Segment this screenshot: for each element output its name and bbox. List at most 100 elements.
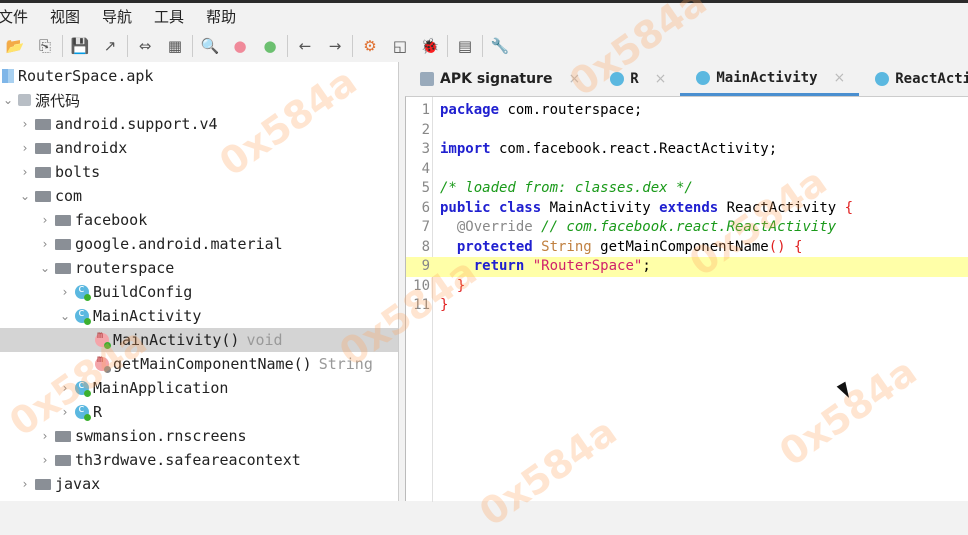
chevron-right-icon[interactable]: › — [57, 285, 73, 299]
tree-item-label: com — [55, 187, 83, 205]
tree-item-label: javax — [55, 475, 101, 493]
code-text: com.routerspace; — [499, 102, 643, 118]
package-icon — [35, 118, 51, 130]
chevron-down-icon[interactable]: ⌄ — [17, 189, 33, 203]
class-icon — [875, 72, 890, 86]
package-icon — [35, 166, 51, 178]
menu-tools[interactable]: 工具 — [154, 6, 184, 27]
tab-mainactivity[interactable]: MainActivity × — [680, 62, 860, 96]
chevron-right-icon[interactable]: › — [17, 141, 33, 155]
method-icon — [95, 330, 111, 349]
back-icon[interactable]: ← — [290, 33, 320, 59]
debug-icon[interactable]: 🐞 — [415, 33, 445, 59]
tree-item[interactable]: › facebook — [0, 208, 398, 232]
toolbar: 📂 ⎘ 💾 ↗ ⇔ ▦ 🔍 ● ● ← → ⚙ ◱ 🐞 ▤ 🔧 — [0, 30, 968, 62]
deobfuscate-icon[interactable]: ⚙ — [355, 33, 385, 59]
code-editor[interactable]: 1 package com.routerspace; 2 3 import com.… — [405, 96, 968, 502]
chevron-down-icon[interactable]: ⌄ — [0, 93, 16, 107]
open-icon[interactable]: 📂 — [0, 33, 30, 59]
chevron-right-icon[interactable]: › — [37, 429, 53, 443]
settings-icon[interactable]: 🔧 — [485, 33, 515, 59]
tree-item[interactable]: › th3rdwave.safeareacontext — [0, 448, 398, 472]
search-usage-icon[interactable]: ● — [255, 33, 285, 59]
chevron-right-icon[interactable]: › — [57, 405, 73, 419]
package-icon — [55, 454, 71, 466]
class-icon — [696, 70, 711, 85]
save-icon[interactable]: 💾 — [65, 33, 95, 59]
chevron-right-icon[interactable]: › — [37, 453, 53, 467]
source-icon — [18, 94, 31, 106]
line-number: 2 — [421, 121, 430, 138]
chevron-right-icon[interactable]: › — [17, 477, 33, 491]
close-icon[interactable]: × — [655, 71, 667, 87]
tree-item[interactable]: › android.support.v4 — [0, 112, 398, 136]
tree-item[interactable]: getMainComponentName() String — [0, 352, 398, 376]
keyword: return — [473, 258, 525, 274]
line-number: 11 — [413, 297, 430, 313]
export-icon[interactable]: ↗ — [95, 33, 125, 59]
chevron-down-icon[interactable]: ⌄ — [37, 261, 53, 275]
menu-view[interactable]: 视图 — [50, 6, 80, 27]
line-number: 9 — [421, 258, 430, 274]
log-icon[interactable]: ▤ — [450, 33, 480, 59]
tree-item-label: MainActivity() — [113, 331, 240, 349]
add-files-icon[interactable]: ⎘ — [30, 33, 60, 59]
chevron-right-icon[interactable]: › — [17, 165, 33, 179]
package-icon — [55, 262, 71, 274]
class-name: MainActivity — [541, 199, 660, 216]
tree-item-label: google.android.material — [75, 235, 283, 253]
tree-item[interactable]: › BuildConfig — [0, 280, 398, 304]
tree-item[interactable]: ›R — [0, 400, 398, 424]
menu-navigate[interactable]: 导航 — [102, 6, 132, 27]
tree-item[interactable]: › androidx — [0, 136, 398, 160]
chevron-down-icon[interactable]: ⌄ — [57, 309, 73, 323]
class-icon — [75, 306, 91, 325]
code-text: ; — [642, 258, 651, 274]
tree-item[interactable]: MainActivity() void — [0, 328, 398, 352]
tree-item[interactable]: RouterSpace.apk — [0, 64, 398, 88]
tree-item[interactable]: › google.android.material — [0, 232, 398, 256]
tree-item[interactable]: ⌄ 源代码 — [0, 88, 398, 112]
package-icon — [35, 190, 51, 202]
apk-icon — [2, 69, 14, 83]
tree-item-label: android.support.v4 — [55, 115, 218, 133]
tree-item-label: R — [93, 403, 103, 421]
tree-item-label: MainApplication — [93, 379, 229, 397]
keyword: import — [440, 141, 491, 157]
line-number: 7 — [421, 219, 430, 235]
chevron-right-icon[interactable]: › — [37, 237, 53, 251]
keyword: protected — [456, 238, 533, 255]
menu-file[interactable]: 文件 — [0, 6, 28, 27]
tab-apk-signature[interactable]: APK signature × — [404, 62, 594, 96]
tree-item[interactable]: › swmansion.rnscreens — [0, 424, 398, 448]
tree-item[interactable]: ›kotlin — [0, 496, 398, 501]
close-icon[interactable]: × — [568, 71, 580, 87]
tree-icon[interactable]: ▦ — [160, 33, 190, 59]
line-number: 10 — [413, 277, 430, 294]
tab-r[interactable]: R × — [594, 62, 680, 96]
tree-item[interactable]: ⌄ routerspace — [0, 256, 398, 280]
chevron-right-icon[interactable]: › — [57, 381, 73, 395]
tree-item[interactable]: › MainApplication — [0, 376, 398, 400]
tree-item[interactable]: › bolts — [0, 160, 398, 184]
project-tree: RouterSpace.apk ⌄ 源代码 › android.support.v4 › a… — [0, 62, 399, 501]
package-icon — [55, 214, 71, 226]
tab-reactactivity[interactable]: ReactActivity — [859, 62, 968, 96]
search-class-icon[interactable]: ● — [225, 33, 255, 59]
tree-item[interactable]: ⌄ com — [0, 184, 398, 208]
decompile-icon[interactable]: ◱ — [385, 33, 415, 59]
tree-item[interactable]: › javax — [0, 472, 398, 496]
line-number: 8 — [421, 238, 430, 255]
search-icon[interactable]: 🔍 — [195, 33, 225, 59]
forward-icon[interactable]: → — [320, 33, 350, 59]
sync-icon[interactable]: ⇔ — [130, 33, 160, 59]
tree-item[interactable]: ⌄ MainActivity — [0, 304, 398, 328]
line-number: 5 — [421, 180, 430, 196]
line-number: 6 — [421, 199, 430, 216]
close-icon[interactable]: × — [834, 70, 846, 86]
chevron-right-icon[interactable]: › — [37, 213, 53, 227]
toolbar-separator — [352, 35, 353, 57]
type: String — [532, 238, 592, 255]
menu-help[interactable]: 帮助 — [206, 6, 236, 27]
chevron-right-icon[interactable]: › — [17, 117, 33, 131]
